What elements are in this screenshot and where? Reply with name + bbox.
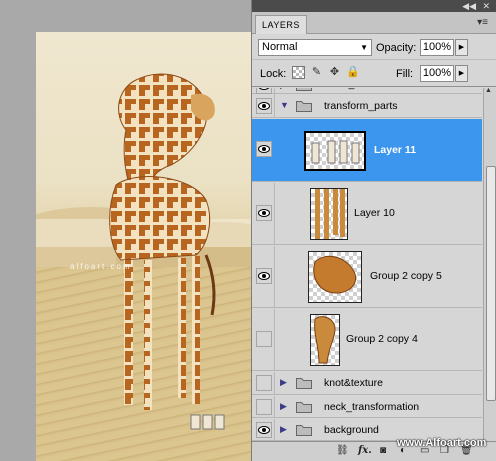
visibility-toggle[interactable] [256, 422, 272, 438]
visibility-toggle[interactable] [256, 268, 272, 284]
chevron-right-icon[interactable]: ▶ [280, 401, 287, 412]
scroll-up-icon[interactable]: ▲ [485, 87, 492, 94]
fill-field[interactable]: 100% [420, 65, 454, 82]
fx-icon[interactable]: fx. [358, 445, 372, 456]
layer-thumbnail[interactable] [304, 131, 366, 171]
giraffe-figure [109, 73, 225, 430]
scrollbar[interactable]: ▲ [483, 87, 496, 441]
blend-mode-value: Normal [262, 41, 298, 53]
fill-slider-button[interactable]: ▶ [455, 65, 468, 82]
layer-name[interactable]: background [324, 424, 379, 436]
opacity-field[interactable]: 100% [420, 39, 454, 56]
layer-row[interactable]: ▼ transform_parts [252, 94, 482, 118]
collapse-icon[interactable]: ◀◀ [462, 0, 476, 12]
layer-name[interactable]: neck_transformation [324, 401, 419, 413]
layer-name[interactable]: Layer 11 [374, 144, 416, 156]
layer-thumbnail[interactable] [310, 188, 348, 240]
chevron-down-icon[interactable]: ▼ [280, 100, 289, 110]
panel-menu-icon[interactable]: ▾≡ [477, 17, 488, 28]
eye-icon [258, 88, 270, 90]
chevron-right-icon[interactable]: ▶ [280, 424, 287, 435]
layers-panel: ◀◀ ✕ LAYERS ▾≡ Normal ▼ Opacity: 100% ▶ … [251, 0, 496, 461]
fill-label: Fill: [396, 68, 414, 80]
folder-icon [296, 401, 312, 413]
visibility-toggle[interactable] [256, 205, 272, 221]
site-watermark: www.Alfoart.com [397, 437, 487, 449]
layer-name[interactable]: small_shadows [324, 88, 396, 90]
opacity-slider-button[interactable]: ▶ [455, 39, 468, 56]
document-canvas[interactable]: alfoart.com [0, 0, 251, 461]
layers-list: ▶ small_shadows ▼ transform_parts Layer … [252, 88, 482, 441]
close-icon[interactable]: ✕ [482, 0, 490, 12]
eye-icon [258, 145, 270, 153]
layer-name[interactable]: Layer 10 [354, 207, 395, 219]
layer-thumbnail[interactable] [310, 314, 340, 366]
panel-title-bar[interactable]: ◀◀ ✕ [252, 0, 496, 12]
eye-icon [258, 209, 270, 217]
layer-name[interactable]: Group 2 copy 4 [346, 333, 418, 345]
layer-row[interactable]: ▶ neck_transformation [252, 396, 482, 418]
scrollbar-thumb[interactable] [486, 166, 496, 401]
folder-icon [296, 100, 312, 112]
lock-icon[interactable]: 🔒 [346, 66, 360, 79]
visibility-toggle[interactable] [256, 331, 272, 347]
layer-row-selected[interactable]: Layer 11 [252, 119, 482, 182]
eye-icon [258, 426, 270, 434]
layer-name[interactable]: Group 2 copy 5 [370, 270, 442, 282]
blend-row: Normal ▼ Opacity: 100% ▶ [252, 34, 496, 60]
eye-icon [258, 102, 270, 110]
layer-row[interactable]: Group 2 copy 5 [252, 246, 482, 308]
layer-thumbnail[interactable] [308, 251, 362, 303]
layer-row[interactable]: Group 2 copy 4 [252, 309, 482, 371]
brush-icon[interactable]: ✎ [310, 66, 323, 79]
move-icon[interactable]: ✥ [328, 66, 341, 79]
blend-mode-select[interactable]: Normal ▼ [258, 39, 372, 56]
mask-icon[interactable]: ◙ [380, 445, 386, 456]
layer-name[interactable]: knot&texture [324, 377, 383, 389]
visibility-toggle[interactable] [256, 141, 272, 157]
lock-label: Lock: [260, 68, 287, 80]
folder-icon [296, 377, 312, 389]
artwork-image: alfoart.com [36, 32, 251, 461]
tab-layers[interactable]: LAYERS [255, 15, 307, 34]
opacity-label: Opacity: [376, 42, 417, 54]
chevron-right-icon[interactable]: ▶ [280, 88, 287, 91]
lock-transparent-icon[interactable] [292, 66, 305, 79]
visibility-toggle[interactable] [256, 375, 272, 391]
folder-icon [296, 424, 312, 436]
layer-name[interactable]: transform_parts [324, 100, 398, 112]
layer-row[interactable]: ▶ knot&texture [252, 372, 482, 395]
chevron-right-icon[interactable]: ▶ [280, 377, 287, 388]
canvas-watermark: alfoart.com [70, 262, 132, 271]
layer-row[interactable]: Layer 10 [252, 183, 482, 245]
eye-icon [258, 272, 270, 280]
visibility-toggle[interactable] [256, 399, 272, 415]
panel-tab-bar: LAYERS ▾≡ [252, 12, 496, 34]
folder-icon [296, 88, 312, 91]
lock-row: Lock: ✎ ✥ 🔒 Fill: 100% ▶ [252, 60, 496, 87]
link-icon[interactable]: ⛓ [336, 445, 349, 456]
chevron-down-icon: ▼ [360, 43, 368, 52]
visibility-toggle[interactable] [256, 98, 272, 114]
